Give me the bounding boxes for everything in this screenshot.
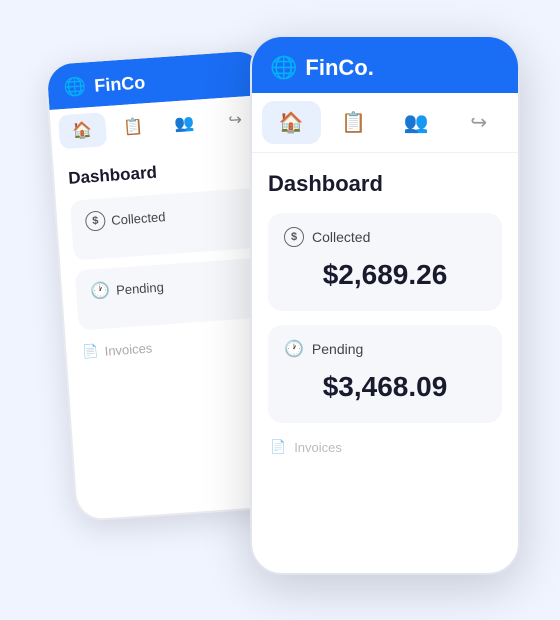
front-logo-icon: 🌐 bbox=[270, 55, 297, 81]
front-nav-bar: 🏠 📋 👥 ↪ bbox=[252, 93, 518, 153]
back-logo-icon: 🌐 bbox=[63, 76, 87, 99]
front-dollar-icon: $ bbox=[284, 227, 304, 247]
front-pending-label: 🕐 Pending bbox=[284, 339, 486, 359]
back-collected-label: $ Collected bbox=[85, 201, 246, 232]
front-invoices-label: 📄 Invoices bbox=[268, 439, 502, 455]
front-logo-text: FinCo. bbox=[305, 55, 373, 81]
front-content: Dashboard $ Collected $2,689.26 🕐 Pendin… bbox=[252, 153, 518, 467]
front-pending-value: $3,468.09 bbox=[284, 371, 486, 403]
front-clock-icon: 🕐 bbox=[284, 339, 304, 359]
scene: 🌐 FinCo 🏠 📋 👥 ↪ Dashboard $ Collected 🕐 … bbox=[40, 25, 520, 595]
back-content: Dashboard $ Collected 🕐 Pending 📄 Invoic… bbox=[53, 141, 284, 372]
back-page-title: Dashboard bbox=[68, 156, 257, 189]
front-page-title: Dashboard bbox=[268, 171, 502, 197]
phone-foreground: 🌐 FinCo. 🏠 📋 👥 ↪ Dashboard $ Collected $… bbox=[250, 35, 520, 575]
back-pending-label: 🕐 Pending bbox=[90, 270, 251, 301]
front-nav-docs[interactable]: 📋 bbox=[325, 101, 384, 144]
front-collected-label: $ Collected bbox=[284, 227, 486, 247]
back-nav-home[interactable]: 🏠 bbox=[58, 112, 107, 149]
back-invoice-icon: 📄 bbox=[82, 343, 99, 360]
back-clock-icon: 🕐 bbox=[90, 280, 111, 301]
back-logo-text: FinCo bbox=[94, 72, 146, 97]
front-nav-users[interactable]: 👥 bbox=[387, 101, 446, 144]
front-pending-card: 🕐 Pending $3,468.09 bbox=[268, 325, 502, 423]
back-nav-docs[interactable]: 📋 bbox=[109, 109, 158, 146]
back-nav-users[interactable]: 👥 bbox=[160, 105, 209, 142]
front-collected-card: $ Collected $2,689.26 bbox=[268, 213, 502, 311]
front-nav-logout[interactable]: ↪ bbox=[450, 101, 509, 144]
front-phone-header: 🌐 FinCo. bbox=[252, 37, 518, 93]
back-pending-card: 🕐 Pending bbox=[75, 257, 267, 330]
back-invoices-label: 📄 Invoices bbox=[80, 331, 269, 360]
back-collected-card: $ Collected bbox=[70, 188, 262, 261]
front-invoice-icon: 📄 bbox=[270, 439, 286, 455]
front-nav-home[interactable]: 🏠 bbox=[262, 101, 321, 144]
back-dollar-icon: $ bbox=[85, 210, 106, 231]
front-collected-value: $2,689.26 bbox=[284, 259, 486, 291]
